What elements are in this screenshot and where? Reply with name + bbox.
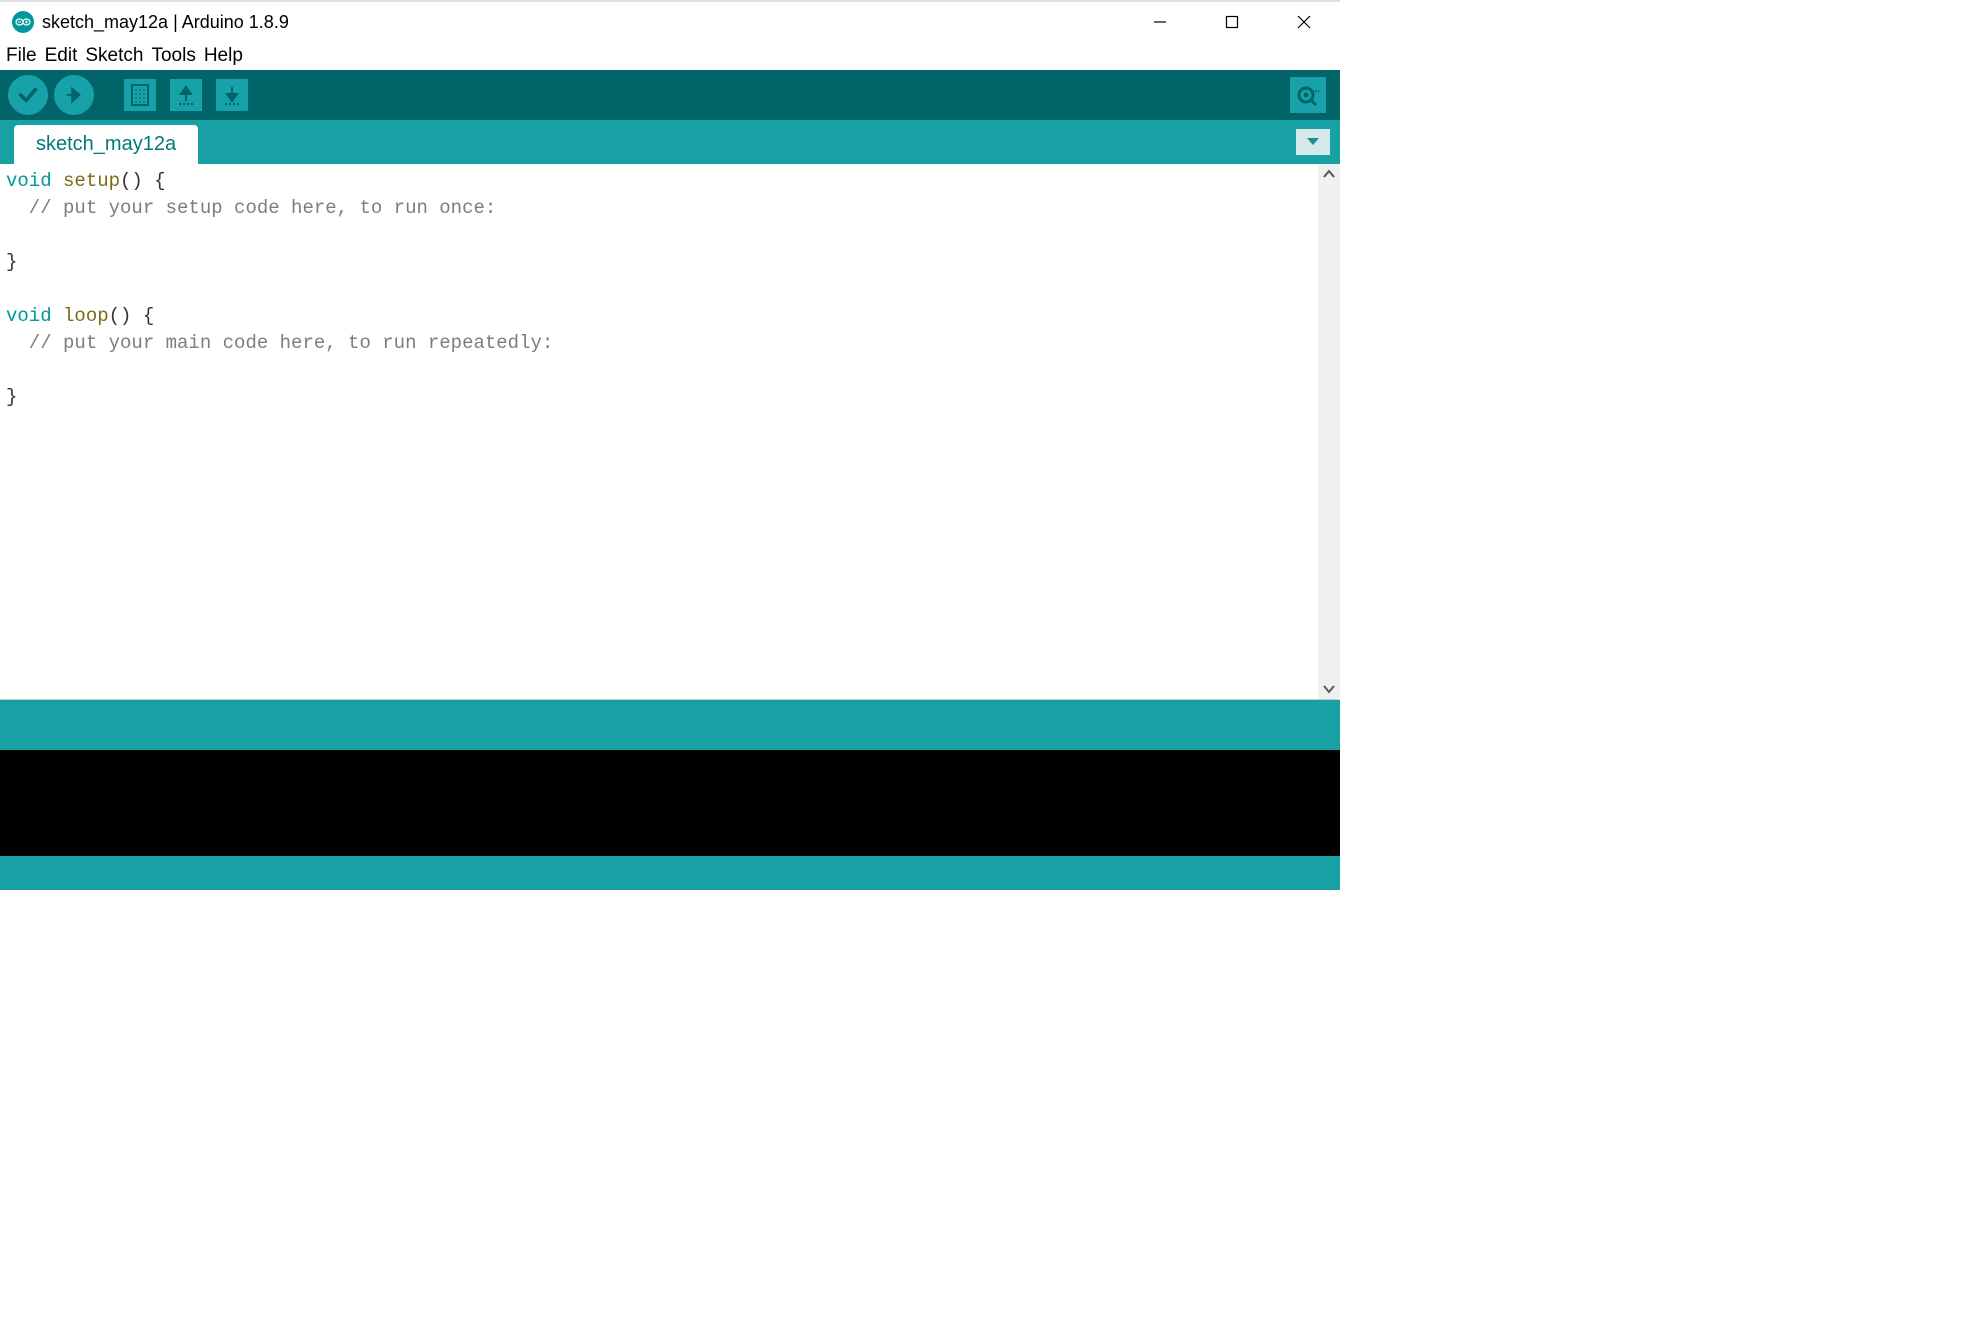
menu-file[interactable]: File — [2, 45, 41, 67]
scroll-up-icon[interactable] — [1318, 164, 1340, 184]
tab-strip: sketch_may12a — [0, 120, 1340, 164]
output-console[interactable] — [0, 750, 1340, 856]
chevron-down-icon — [1306, 137, 1320, 147]
upload-button[interactable] — [54, 75, 94, 115]
window-controls — [1124, 2, 1340, 42]
arduino-app-icon — [12, 11, 34, 33]
menu-tools[interactable]: Tools — [147, 45, 199, 67]
new-sketch-button[interactable] — [120, 75, 160, 115]
serial-monitor-icon — [1296, 83, 1320, 107]
toolbar — [0, 70, 1340, 120]
verify-button[interactable] — [8, 75, 48, 115]
new-icon — [124, 79, 156, 111]
menu-bar: File Edit Sketch Tools Help — [0, 42, 1340, 70]
minimize-button[interactable] — [1124, 2, 1196, 42]
code-editor[interactable]: void setup() { // put your setup code he… — [0, 164, 1318, 699]
window-title: sketch_may12a | Arduino 1.8.9 — [42, 12, 289, 33]
editor-area: void setup() { // put your setup code he… — [0, 164, 1340, 700]
upload-icon — [54, 75, 94, 115]
save-sketch-button[interactable] — [212, 75, 252, 115]
vertical-scrollbar[interactable] — [1318, 164, 1340, 699]
save-icon — [216, 79, 248, 111]
open-icon — [170, 79, 202, 111]
tab-active[interactable]: sketch_may12a — [14, 125, 198, 164]
menu-edit[interactable]: Edit — [41, 45, 82, 67]
verify-icon — [8, 75, 48, 115]
scroll-down-icon[interactable] — [1318, 679, 1340, 699]
maximize-button[interactable] — [1196, 2, 1268, 42]
tab-menu-button[interactable] — [1296, 129, 1330, 155]
open-sketch-button[interactable] — [166, 75, 206, 115]
menu-help[interactable]: Help — [200, 45, 247, 67]
status-bar — [0, 700, 1340, 750]
serial-monitor-button[interactable] — [1290, 77, 1326, 113]
title-bar: sketch_may12a | Arduino 1.8.9 — [0, 2, 1340, 42]
window-border-bottom — [0, 886, 1340, 890]
menu-sketch[interactable]: Sketch — [81, 45, 147, 67]
footer-bar — [0, 856, 1340, 886]
close-button[interactable] — [1268, 2, 1340, 42]
